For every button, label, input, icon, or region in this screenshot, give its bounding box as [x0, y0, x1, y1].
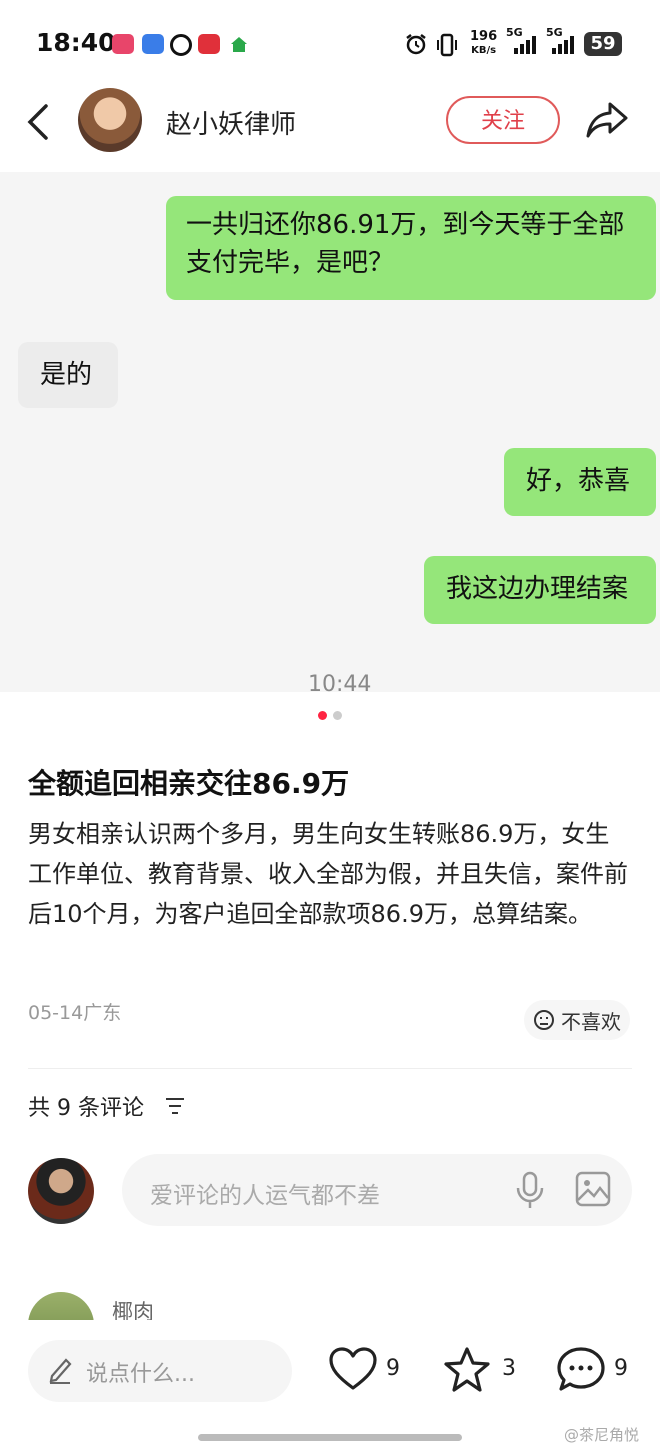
share-icon	[586, 102, 628, 138]
note-body: 男女相亲认识两个多月，男生向女生转账86.9万，女生工作单位、教育背景、收入全部…	[28, 820, 628, 928]
carousel-dot-active	[318, 711, 327, 720]
heart-icon	[329, 1347, 377, 1390]
note-title: 全额追回相亲交往86.9万	[28, 767, 350, 800]
comment-button[interactable]	[556, 1346, 606, 1394]
comment-bubble-icon	[557, 1347, 605, 1391]
comment-count: 9	[614, 1356, 628, 1381]
status-time: 18:40	[36, 28, 116, 57]
chevron-left-icon	[27, 104, 48, 140]
sad-face-icon	[534, 1010, 554, 1030]
star-icon	[444, 1347, 490, 1392]
dislike-label: 不喜欢	[561, 1009, 621, 1034]
speed-value: 196	[470, 29, 498, 44]
lala-icon	[112, 34, 134, 54]
comment-input-placeholder[interactable]: 爱评论的人运气都不差	[150, 1176, 380, 1210]
follow-button[interactable]: 关注	[446, 96, 560, 144]
chat-bubble-2: 是的	[18, 342, 118, 408]
like-count: 9	[386, 1356, 400, 1381]
battery-icon: 59	[584, 32, 622, 56]
signal-icon-1	[514, 36, 536, 54]
carousel-dots	[318, 711, 342, 720]
netease-icon	[170, 34, 192, 56]
carousel-dot	[333, 711, 342, 720]
star-button[interactable]	[442, 1346, 492, 1394]
chat-bubble-1: 一共归还你86.91万，到今天等于全部支付完毕，是吧？	[166, 196, 656, 300]
alarm-icon	[404, 32, 428, 56]
comments-count: 共 9 条评论	[28, 1096, 144, 1121]
image-icon[interactable]	[574, 1170, 612, 1208]
note-date-location: 05-14广东	[28, 1002, 122, 1024]
watermark: @茶尼角悦	[564, 1426, 640, 1444]
my-avatar	[28, 1158, 94, 1224]
back-button[interactable]	[24, 102, 54, 142]
chat-screenshot[interactable]: 一共归还你86.91万，到今天等于全部支付完毕，是吧？ 是的 好，恭喜 我这边办…	[0, 172, 660, 692]
home-icon	[228, 34, 250, 54]
bottom-input-placeholder[interactable]: 说点什么...	[86, 1356, 195, 1388]
net-speed: 196 KB/s	[470, 30, 497, 58]
author-avatar[interactable]	[78, 88, 142, 152]
divider	[28, 1068, 632, 1069]
chat-time: 10:44	[308, 672, 372, 697]
chat-icon	[142, 34, 164, 54]
author-name[interactable]: 赵小妖律师	[166, 104, 296, 141]
home-indicator[interactable]	[198, 1434, 462, 1441]
chat-bubble-3: 好，恭喜	[504, 448, 656, 516]
pencil-icon[interactable]	[46, 1354, 74, 1384]
like-button[interactable]	[328, 1346, 378, 1394]
speed-unit: KB/s	[471, 45, 497, 56]
shop-icon	[198, 34, 220, 54]
mic-icon[interactable]	[514, 1170, 546, 1210]
chat-bubble-4: 我这边办理结案	[424, 556, 656, 624]
vibrate-icon	[436, 32, 458, 58]
dislike-button[interactable]: 不喜欢	[524, 1000, 630, 1040]
signal-icon-2	[552, 36, 574, 54]
share-button[interactable]	[584, 100, 630, 140]
sort-icon[interactable]	[164, 1096, 186, 1116]
star-count: 3	[502, 1356, 516, 1381]
